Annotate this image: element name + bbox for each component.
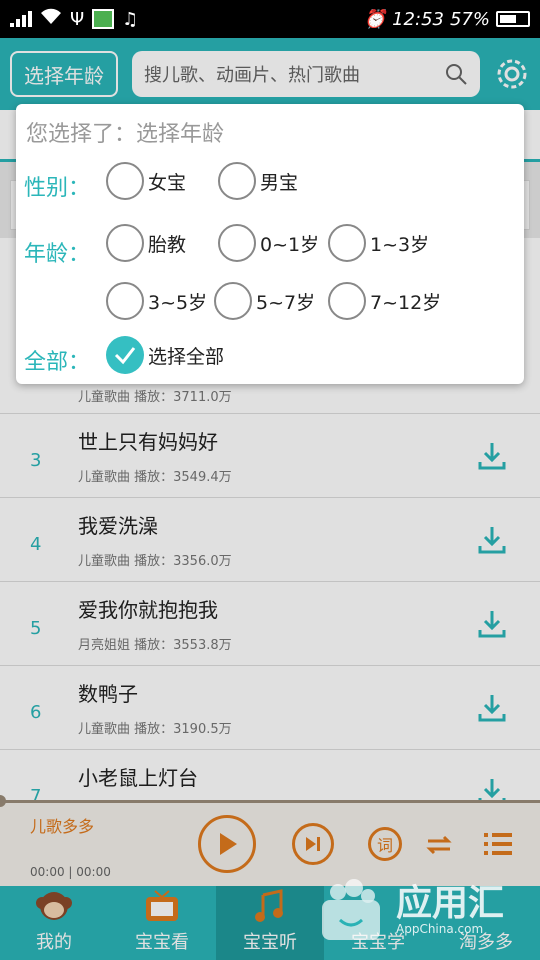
option-label: 1~3岁 bbox=[370, 233, 430, 256]
music-notification-icon: ♫ bbox=[122, 8, 139, 30]
age-option-7-12[interactable]: 7~12岁 bbox=[328, 282, 441, 320]
age-label: 年龄： bbox=[24, 242, 91, 267]
status-time: 12:53 bbox=[392, 8, 444, 30]
gender-option-boy[interactable]: 男宝 bbox=[218, 162, 298, 200]
option-label: 5~7岁 bbox=[256, 291, 316, 314]
gender-option-girl[interactable]: 女宝 bbox=[106, 162, 186, 200]
appchina-logo-icon bbox=[322, 879, 380, 940]
wifi-icon bbox=[40, 8, 62, 31]
age-select-dialog: 您选择了：选择年龄 性别： 女宝 男宝 年龄： 胎教 0~1岁 1~3岁 3~5… bbox=[16, 104, 524, 384]
radio-button[interactable] bbox=[106, 162, 144, 200]
radio-button[interactable] bbox=[106, 282, 144, 320]
radio-button[interactable] bbox=[218, 224, 256, 262]
checkmark-icon[interactable] bbox=[106, 336, 144, 374]
radio-button[interactable] bbox=[328, 224, 366, 262]
usb-icon: Ψ bbox=[70, 8, 85, 30]
gender-label: 性别： bbox=[24, 176, 91, 201]
status-bar: Ψ ♫ ⏰ 12:53 57% bbox=[0, 0, 540, 38]
alarm-icon: ⏰ bbox=[363, 8, 387, 30]
option-label: 选择全部 bbox=[148, 345, 225, 368]
signal-icon bbox=[10, 11, 32, 27]
age-option-0-1[interactable]: 0~1岁 bbox=[218, 224, 319, 262]
all-label: 全部： bbox=[24, 350, 91, 375]
age-option-3-5[interactable]: 3~5岁 bbox=[106, 282, 207, 320]
age-option-1-3[interactable]: 1~3岁 bbox=[328, 224, 429, 262]
option-label: 女宝 bbox=[148, 171, 187, 194]
option-label: 7~12岁 bbox=[370, 291, 442, 314]
dialog-title: 您选择了：选择年龄 bbox=[26, 122, 225, 147]
watermark-sub: AppChina.com bbox=[396, 922, 484, 936]
watermark-text: 应用汇 bbox=[396, 883, 505, 924]
battery-percent: 57% bbox=[449, 8, 490, 30]
select-all-option[interactable]: 选择全部 bbox=[106, 336, 224, 374]
battery-icon bbox=[496, 11, 530, 27]
age-option-5-7[interactable]: 5~7岁 bbox=[214, 282, 315, 320]
option-label: 0~1岁 bbox=[260, 233, 320, 256]
radio-button[interactable] bbox=[214, 282, 252, 320]
watermark: 应用汇 AppChina.com bbox=[316, 862, 540, 960]
radio-button[interactable] bbox=[328, 282, 366, 320]
app-notification-icon bbox=[92, 9, 115, 29]
radio-button[interactable] bbox=[218, 162, 256, 200]
option-label: 胎教 bbox=[148, 233, 187, 256]
option-label: 3~5岁 bbox=[148, 291, 208, 314]
age-option-prenatal[interactable]: 胎教 bbox=[106, 224, 186, 262]
radio-button[interactable] bbox=[106, 224, 144, 262]
option-label: 男宝 bbox=[260, 171, 299, 194]
